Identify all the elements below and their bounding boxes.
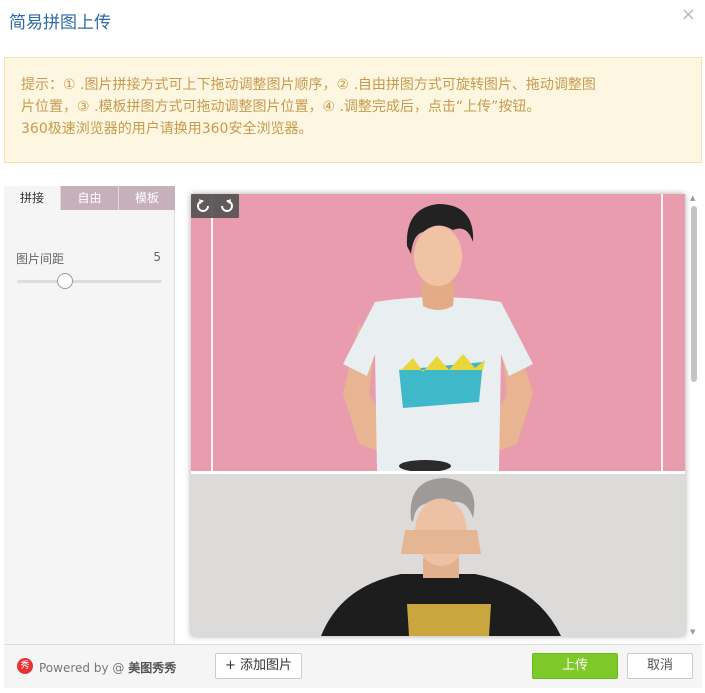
notice-line-3: 360极速浏览器的用户请换用360安全浏览器。: [21, 121, 313, 137]
meitu-logo-icon: 秀: [17, 658, 33, 674]
photo-1-guide-left: [211, 194, 213, 471]
upload-button[interactable]: 上传: [532, 653, 618, 679]
powered-by-text: Powered by @ 美图秀秀: [39, 659, 176, 676]
tab-free[interactable]: 自由: [60, 186, 118, 210]
notice-box: 提示：① .图片拼接方式可上下拖动调整图片顺序，② .自由拼图方式可旋转图片、拖…: [4, 57, 702, 163]
spacing-label: 图片间距: [16, 252, 65, 266]
powered-by-brand: 美图秀秀: [128, 661, 177, 675]
rotate-left-icon[interactable]: [191, 194, 215, 218]
close-icon[interactable]: ×: [681, 6, 696, 24]
mode-tabs: 拼接 自由 模板: [4, 186, 175, 210]
scroll-up-arrow-icon[interactable]: ▲: [690, 194, 695, 202]
dialog-title: 简易拼图上传: [9, 13, 111, 33]
notice-line-1: 提示：① .图片拼接方式可上下拖动调整图片顺序，② .自由拼图方式可旋转图片、拖…: [21, 77, 596, 93]
canvas-area: [176, 186, 702, 644]
photo-1-guide-right: [661, 194, 663, 471]
notice-line-2: 片位置，③ .模板拼图方式可拖动调整图片位置，④ .调整完成后，点击“上传”按钮…: [21, 99, 541, 115]
photo-2[interactable]: [191, 474, 685, 636]
scroll-thumb[interactable]: [691, 206, 697, 382]
add-image-button[interactable]: + 添加图片: [215, 653, 302, 679]
dialog-footer: 秀 Powered by @ 美图秀秀 + 添加图片 上传 取消: [4, 644, 702, 688]
collage-canvas[interactable]: [191, 194, 685, 636]
tab-template[interactable]: 模板: [118, 186, 175, 210]
rotate-right-icon[interactable]: [215, 194, 239, 218]
photo-1[interactable]: [191, 194, 685, 472]
powered-by-label: Powered by @: [39, 661, 125, 675]
spacing-slider-thumb[interactable]: [56, 273, 73, 289]
rotate-toolbar: [191, 194, 239, 218]
spacing-slider-track[interactable]: [17, 280, 162, 283]
spacing-value: 5: [153, 250, 161, 264]
options-panel: 拼接 自由 模板 图片间距 5: [4, 186, 175, 644]
canvas-scrollbar[interactable]: ▲ ▼: [689, 194, 699, 636]
scroll-down-arrow-icon[interactable]: ▼: [690, 628, 695, 636]
cancel-button[interactable]: 取消: [627, 653, 693, 679]
photo-2-figure: [321, 478, 561, 636]
tab-splice[interactable]: 拼接: [4, 186, 60, 210]
photo-1-figure: [343, 204, 533, 472]
